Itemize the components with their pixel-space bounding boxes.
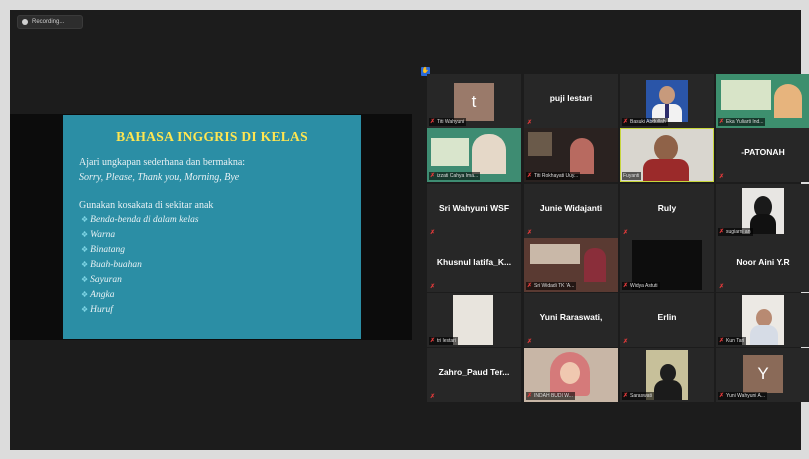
slide-bullet: ❖ Benda-benda di dalam kelas: [81, 215, 199, 225]
participant-name: Erlin: [657, 312, 677, 322]
participant-tile[interactable]: ✗ sugiarni an: [716, 184, 809, 238]
participant-tile[interactable]: t ✗ Titi Wahyuni: [427, 74, 521, 128]
slide-bullet: ❖ Warna: [81, 230, 116, 240]
diamond-bullet-icon: ❖: [81, 275, 89, 284]
participant-name: Yuni Raraswati,: [539, 312, 603, 322]
participant-tile[interactable]: Zahro_Paud Ter... ✗: [427, 348, 521, 402]
mic-muted-icon: ✗: [430, 173, 436, 179]
participant-video: [646, 80, 688, 122]
mic-muted-icon: ✗: [719, 174, 725, 180]
slide-line-2: Sorry, Please, Thank you, Morning, Bye: [79, 172, 240, 183]
participant-tile-active-speaker[interactable]: Fuyanti: [620, 128, 714, 182]
mic-muted-icon: ✗: [430, 119, 436, 125]
participant-tile[interactable]: ✗ tri lestari: [427, 293, 521, 347]
participant-video: [742, 295, 784, 345]
mic-muted-icon: ✗: [719, 393, 725, 399]
participant-label: ✗ INDAH BUDI W...: [526, 392, 575, 400]
participant-label: ✗ izzati Cahya Ima...: [429, 172, 481, 180]
mic-muted-icon: ✗: [623, 283, 629, 289]
participant-label: ✗ Eka Yuliarti Ind...: [718, 118, 766, 126]
participant-label: Fuyanti: [622, 172, 642, 180]
mic-muted-icon: ✗: [719, 119, 725, 125]
participant-name: Ruly: [657, 203, 677, 213]
slide-bullet: ❖ Sayuran: [81, 275, 122, 285]
participant-name: Noor Aini Y.R: [736, 257, 790, 267]
participant-tile[interactable]: ✗ Sri Widadi TK 'A...: [524, 238, 618, 292]
participant-name: Junie Widajanti: [539, 203, 603, 213]
mic-muted-icon: ✗: [623, 119, 629, 125]
mic-muted-icon: ✗: [527, 120, 533, 126]
participant-tile[interactable]: Khusnul latifa_K... ✗: [427, 238, 521, 292]
slide-bullet: ❖ Huruf: [81, 305, 113, 315]
participant-name: Khusnul latifa_K...: [436, 257, 512, 267]
diamond-bullet-icon: ❖: [81, 305, 89, 314]
participant-tile[interactable]: puji lestari ✗: [524, 74, 618, 128]
participant-label: ✗ Saraswati: [622, 392, 654, 400]
diamond-bullet-icon: ❖: [81, 260, 89, 269]
mic-muted-icon: ✗: [430, 230, 436, 236]
mic-muted-icon: ✗: [719, 229, 725, 235]
mic-muted-icon: ✗: [527, 283, 533, 289]
participant-tile[interactable]: Sri Wahyuni WSF ✗: [427, 184, 521, 238]
participant-tile[interactable]: Junie Widajanti ✗: [524, 184, 618, 238]
slide-bullet: ❖ Angka: [81, 290, 115, 300]
participant-tile[interactable]: ✗ INDAH BUDI W...: [524, 348, 618, 402]
participant-tile[interactable]: Erlin ✗: [620, 293, 714, 347]
participant-tile[interactable]: -PATONAH ✗: [716, 128, 809, 182]
participant-tile[interactable]: ✗ Kun Tari: [716, 293, 809, 347]
recording-label: Recording...: [32, 19, 65, 25]
participant-label: ✗ sugiarni an: [718, 228, 753, 236]
participant-label: ✗ Yuni Wahyuni A...: [718, 392, 768, 400]
participant-tile[interactable]: ✗ izzati Cahya Ima...: [427, 128, 521, 182]
avatar: Y: [743, 355, 783, 393]
mic-muted-icon: ✗: [527, 230, 533, 236]
slide-bullet: ❖ Buah-buahan: [81, 260, 142, 270]
mic-muted-icon: ✗: [719, 338, 725, 344]
participant-label: ✗ Titi Wahyuni: [429, 118, 467, 126]
participant-tile[interactable]: Y ✗ Yuni Wahyuni A...: [716, 348, 809, 402]
mic-muted-icon: ✗: [623, 393, 629, 399]
participant-tile[interactable]: ✗ Basuki Abdullah: [620, 74, 714, 128]
mic-muted-icon: ✗: [719, 284, 725, 290]
mic-muted-icon: ✗: [527, 339, 533, 345]
diamond-bullet-icon: ❖: [81, 290, 89, 299]
mic-muted-icon: ✗: [527, 173, 533, 179]
mic-muted-icon: ✗: [623, 339, 629, 345]
participant-tile[interactable]: Noor Aini Y.R ✗: [716, 238, 809, 292]
participant-label: ✗ Widya Astuti: [622, 282, 660, 290]
participant-label: ✗ Kun Tari: [718, 337, 747, 345]
avatar: t: [454, 83, 494, 121]
participant-tile[interactable]: ✗ Titi Rokhayati Uuy...: [524, 128, 618, 182]
participant-label: ✗ tri lestari: [429, 337, 458, 345]
mic-muted-icon: ✗: [430, 338, 436, 344]
recording-indicator[interactable]: Recording...: [17, 15, 83, 29]
participant-name: -PATONAH: [741, 147, 785, 157]
slide-title: BAHASA INGGRIS DI KELAS: [116, 129, 308, 144]
mic-muted-icon: ✗: [430, 394, 436, 400]
participant-tile[interactable]: ✗ Eka Yuliarti Ind...: [716, 74, 809, 128]
slide-line-1: Ajari ungkapan sederhana dan bermakna:: [79, 157, 246, 168]
diamond-bullet-icon: ❖: [81, 230, 89, 239]
participant-label: ✗ Sri Widadi TK 'A...: [526, 282, 577, 290]
diamond-bullet-icon: ❖: [81, 245, 89, 254]
participant-name: puji lestari: [549, 93, 593, 103]
participant-video: [453, 295, 493, 345]
participant-label: ✗ Basuki Abdullah: [622, 118, 668, 126]
participant-tile[interactable]: ✗ Saraswati: [620, 348, 714, 402]
participant-tile[interactable]: ✗ Widya Astuti: [620, 238, 714, 292]
participant-label: ✗ Titi Rokhayati Uuy...: [526, 172, 581, 180]
participant-name: Sri Wahyuni WSF: [438, 203, 510, 213]
record-icon: [22, 19, 28, 25]
mic-muted-icon: ✗: [527, 393, 533, 399]
mic-muted-icon: ✗: [430, 284, 436, 290]
presentation-slide: BAHASA INGGRIS DI KELAS Ajari ungkapan s…: [63, 115, 361, 339]
slide-line-3: Gunakan kosakata di sekitar anak: [79, 200, 214, 211]
mic-muted-icon: ✗: [623, 230, 629, 236]
participant-tile[interactable]: Yuni Raraswati, ✗: [524, 293, 618, 347]
slide-bullet: ❖ Binatang: [81, 245, 126, 255]
participant-name: Zahro_Paud Ter...: [438, 367, 510, 377]
participant-tile[interactable]: Ruly ✗: [620, 184, 714, 238]
diamond-bullet-icon: ❖: [81, 215, 89, 224]
